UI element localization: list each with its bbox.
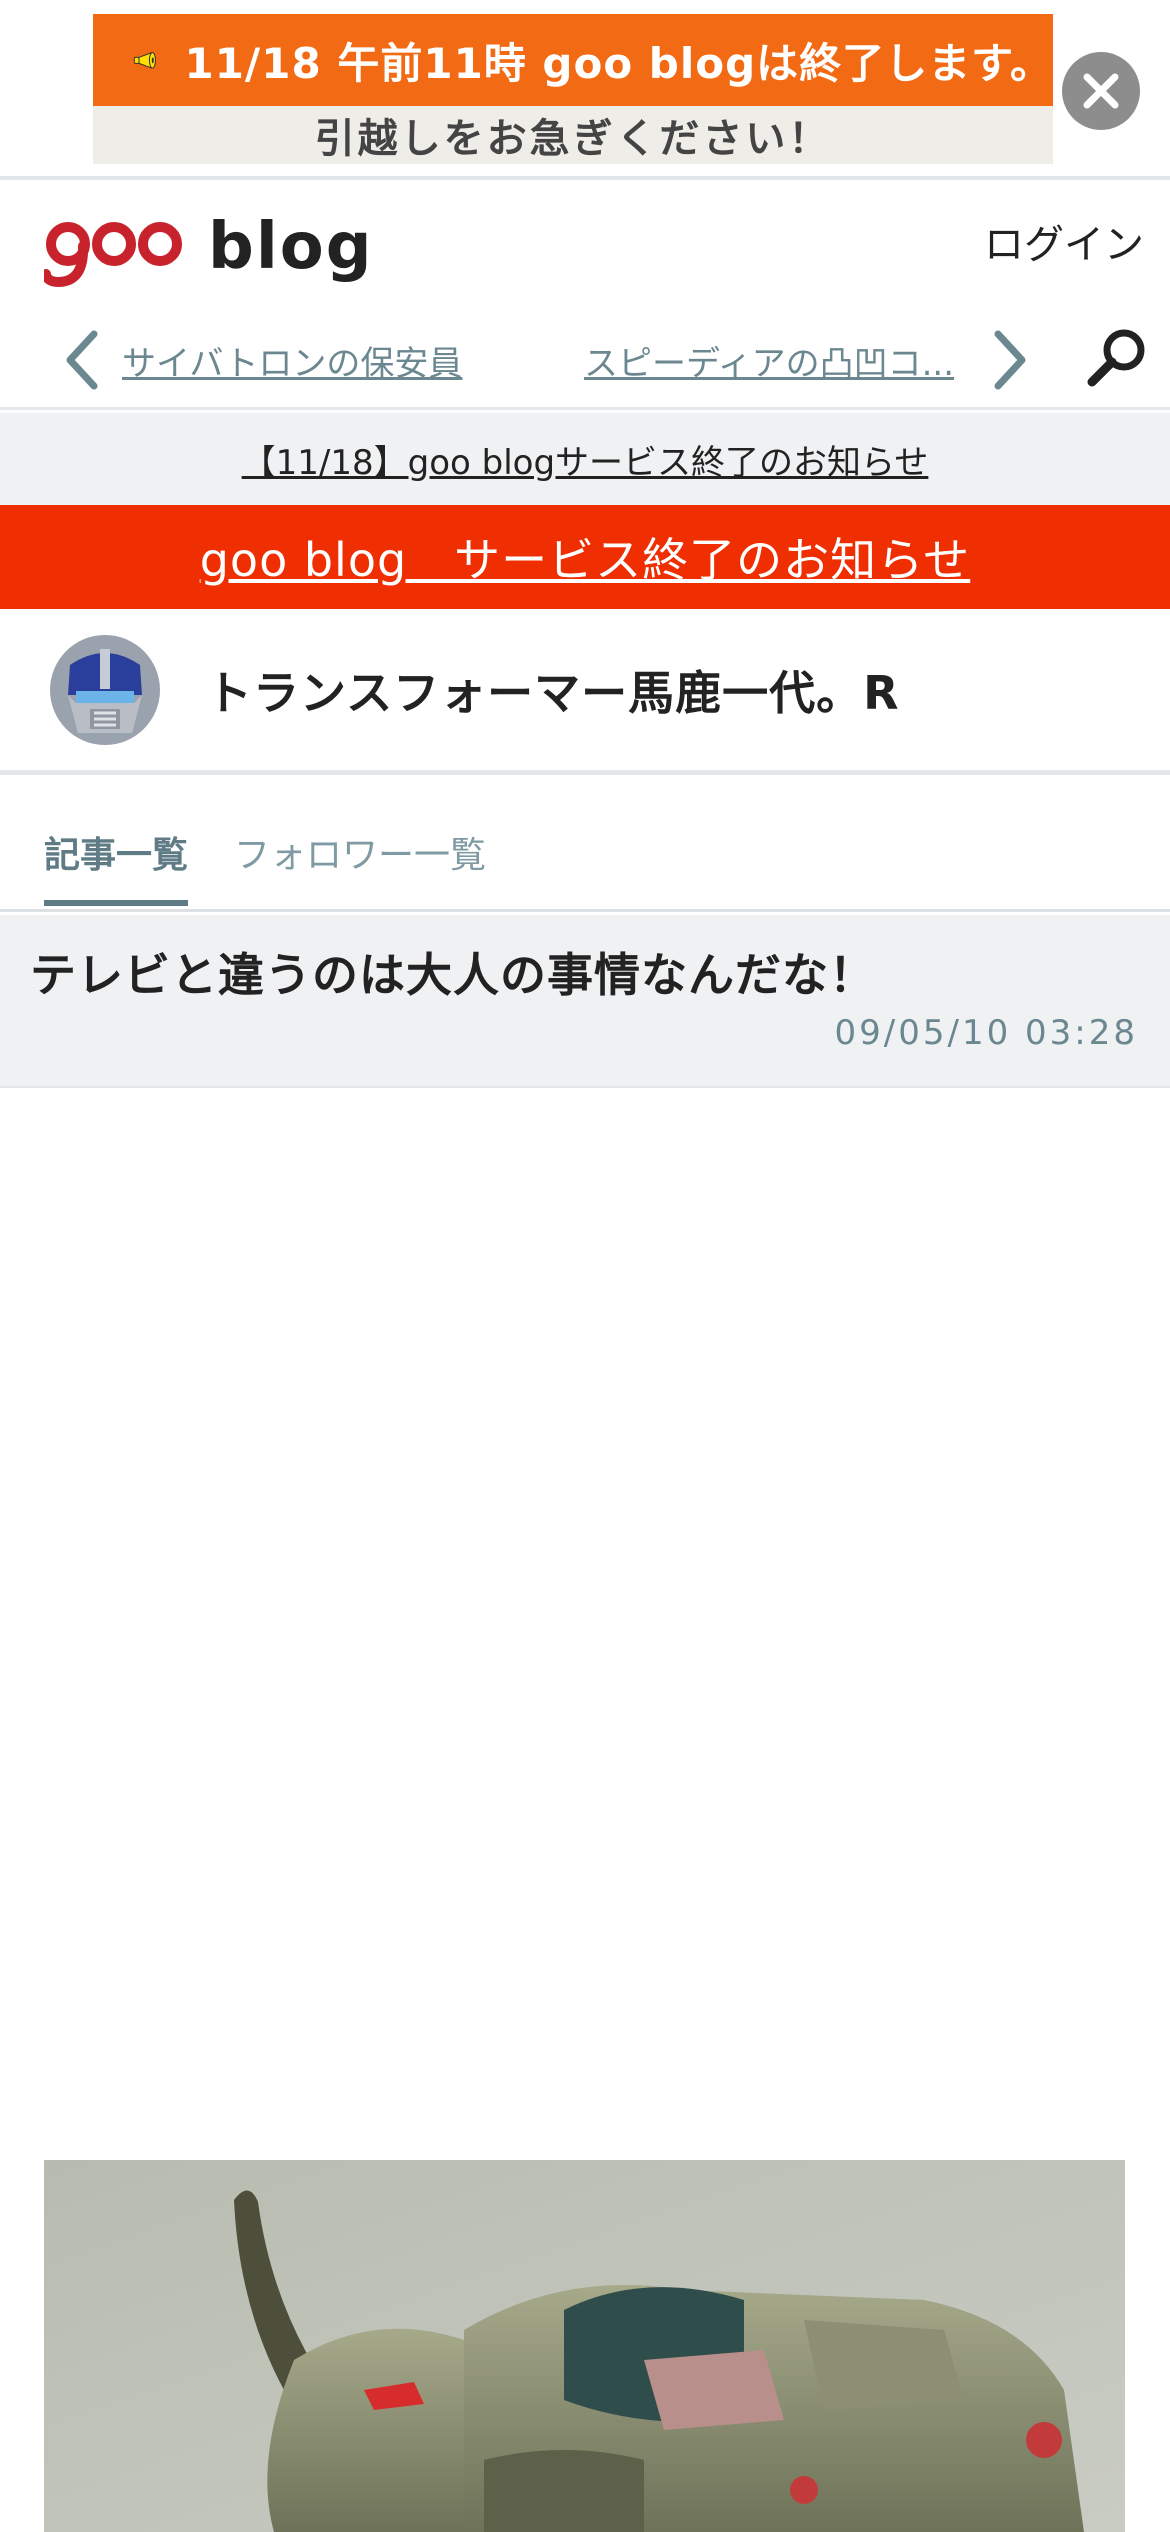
- promo-line-2: 引越しをお急ぎください！: [314, 116, 832, 162]
- tab-follower-list[interactable]: フォロワー一覧: [234, 826, 486, 878]
- post-navigation: サイバトロンの保安員 スピーディアの凸凹コ...: [0, 318, 1170, 404]
- article-title: テレビと違うのは大人の事情なんだな！: [30, 948, 876, 1002]
- chevron-left-icon[interactable]: [62, 328, 102, 392]
- logo-blog-text: blog: [208, 210, 374, 284]
- avatar-image: [50, 635, 160, 745]
- article-header: テレビと違うのは大人の事情なんだな！ 09/05/10 03:28: [0, 915, 1170, 1088]
- search-icon[interactable]: [1086, 326, 1148, 388]
- blog-tabs: 記事一覧 フォロワー一覧: [0, 790, 1170, 912]
- megaphone-icon: [133, 52, 156, 69]
- promo-banner-area: 11/18 午前11時 goo blogは終了します。 引越しをお急ぎください！: [0, 0, 1170, 180]
- service-end-banner: goo blog サービス終了のお知らせ: [0, 505, 1170, 609]
- goo-logo-icon: [44, 222, 182, 288]
- blog-avatar[interactable]: [50, 635, 160, 745]
- blog-title[interactable]: トランスフォーマー馬鹿一代。R: [206, 657, 900, 723]
- promo-banner[interactable]: 11/18 午前11時 goo blogは終了します。 引越しをお急ぎください！: [93, 14, 1053, 164]
- next-post-link[interactable]: スピーディアの凸凹コ...: [584, 336, 974, 385]
- tab-article-list[interactable]: 記事一覧: [44, 826, 189, 906]
- close-promo-button[interactable]: [1062, 52, 1140, 130]
- previous-post-link[interactable]: サイバトロンの保安員: [122, 336, 462, 385]
- promo-banner-bottom: 引越しをお急ぎください！: [93, 106, 1053, 164]
- service-end-link[interactable]: goo blog サービス終了のお知らせ: [200, 524, 971, 590]
- promo-line-1: 11/18 午前11時 goo blogは終了します。: [184, 38, 1053, 88]
- chevron-right-icon[interactable]: [990, 328, 1030, 392]
- close-icon: [1083, 73, 1119, 109]
- article-date: 09/05/10 03:28: [834, 1013, 1138, 1053]
- rhino-robot-figure-image: [44, 2160, 1125, 2532]
- promo-banner-top: 11/18 午前11時 goo blogは終了します。: [93, 14, 1053, 106]
- service-notice-bar: 【11/18】goo blogサービス終了のお知らせ: [0, 413, 1170, 505]
- article-photo[interactable]: [44, 2160, 1125, 2532]
- blog-header: トランスフォーマー馬鹿一代。R: [0, 609, 1170, 775]
- goo-blog-logo[interactable]: blog: [44, 202, 374, 292]
- login-link[interactable]: ログイン: [984, 212, 1144, 270]
- service-notice-link[interactable]: 【11/18】goo blogサービス終了のお知らせ: [242, 435, 929, 484]
- site-header: blog ログイン サイバトロンの保安員 スピーディアの凸凹コ...: [0, 184, 1170, 410]
